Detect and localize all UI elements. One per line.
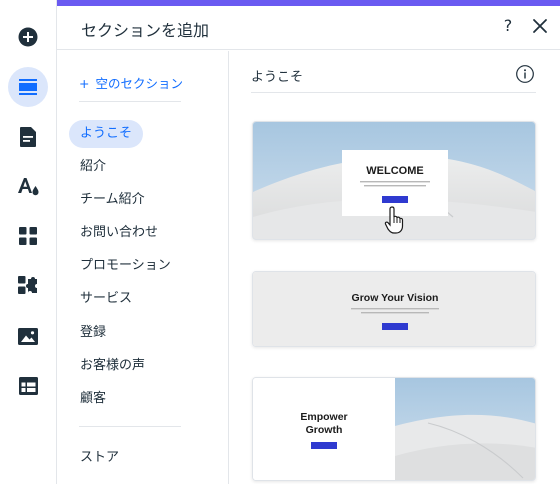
category-divider [79, 426, 181, 427]
welcome-section-thumbnail: WELCOME [253, 122, 535, 239]
category-list: + 空のセクション ようこそ 紹介 チーム紹介 お問い合わせ プロモーション サー… [57, 51, 229, 484]
grow-your-vision-thumbnail: Grow Your Vision [253, 272, 535, 346]
table-icon [18, 377, 38, 395]
grow-card-heading: Grow Your Vision [352, 292, 439, 304]
add-blank-section-link[interactable]: + 空のセクション [79, 73, 183, 92]
panel-title: セクションを追加 [81, 21, 210, 40]
welcome-card-heading: WELCOME [366, 165, 423, 177]
empower-card-heading-line1: Empower [300, 411, 347, 423]
app-market-icon [18, 276, 37, 294]
site-design-button[interactable] [8, 166, 48, 206]
left-tool-rail [0, 0, 57, 484]
section-preview-list: ようこそ WELCOME Grow Your Vision Empower Gr… [229, 51, 560, 484]
empower-card-cta [311, 442, 337, 449]
add-section-panel: セクションを追加 ? + 空のセクション ようこそ 紹介 チーム紹介 お問い合わせ… [57, 0, 560, 484]
cms-button[interactable] [8, 366, 48, 406]
media-icon [18, 327, 38, 345]
add-circle-icon [18, 27, 38, 47]
info-button[interactable] [515, 64, 535, 84]
section-preview-welcome[interactable]: WELCOME [252, 121, 536, 240]
category-subscribe[interactable]: 登録 [69, 319, 117, 347]
preview-divider [251, 92, 536, 93]
preview-category-heading: ようこそ [251, 70, 304, 85]
add-blank-section-label: 空のセクション [95, 76, 183, 91]
category-contact[interactable]: お問い合わせ [69, 219, 169, 247]
pages-button[interactable] [8, 117, 48, 157]
section-preview-grow-your-vision[interactable]: Grow Your Vision [252, 271, 536, 347]
category-team[interactable]: チーム紹介 [69, 186, 156, 214]
media-button[interactable] [8, 316, 48, 356]
section-preview-empower-growth[interactable]: Empower Growth [252, 377, 536, 481]
add-elements-button[interactable] [8, 17, 48, 57]
apps-grid-icon [19, 227, 37, 245]
welcome-card-cta [382, 196, 408, 203]
grow-card-cta [382, 323, 408, 330]
app-market-button[interactable] [8, 266, 48, 306]
close-button[interactable] [529, 14, 551, 38]
empower-growth-thumbnail: Empower Growth [253, 378, 535, 480]
panel-header: セクションを追加 ? [57, 6, 560, 50]
pages-icon [20, 127, 36, 147]
category-store[interactable]: ストア [69, 444, 130, 472]
empower-card-heading-line2: Growth [306, 424, 343, 436]
info-icon [516, 65, 534, 83]
sections-icon [19, 79, 37, 95]
category-divider [79, 101, 181, 102]
design-icon [18, 178, 39, 196]
category-welcome[interactable]: ようこそ [69, 120, 144, 148]
category-about[interactable]: 紹介 [69, 153, 117, 181]
category-services[interactable]: サービス [69, 285, 143, 313]
category-testimonials[interactable]: お客様の声 [69, 352, 156, 380]
add-section-button[interactable] [8, 67, 48, 107]
category-promotion[interactable]: プロモーション [69, 252, 182, 280]
help-button[interactable]: ? [498, 16, 518, 38]
close-icon [533, 19, 547, 33]
category-clients[interactable]: 顧客 [69, 385, 117, 413]
add-apps-button[interactable] [8, 216, 48, 256]
plus-icon: + [79, 76, 90, 91]
